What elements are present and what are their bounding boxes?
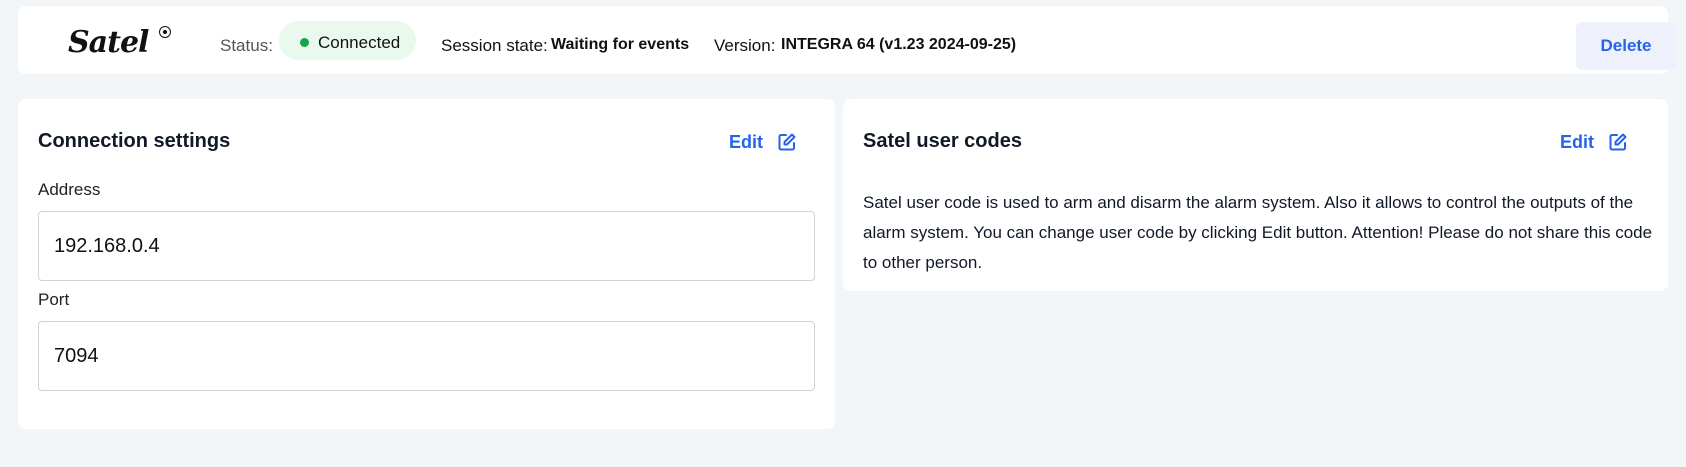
- edit-icon: [778, 133, 796, 151]
- status-value: Connected: [318, 33, 401, 52]
- edit-label: Edit: [1560, 131, 1594, 152]
- port-input[interactable]: [38, 321, 815, 391]
- connection-settings-card: Connection settings Edit Address Port: [18, 99, 835, 429]
- user-codes-title: Satel user codes: [863, 130, 1022, 152]
- port-label: Port: [38, 290, 70, 309]
- satel-logo: Satel: [68, 25, 149, 60]
- status-badge: Connected: [279, 21, 416, 60]
- address-label: Address: [38, 180, 101, 199]
- session-state-label: Session state:: [441, 36, 548, 55]
- version-value: INTEGRA 64 (v1.23 2024-09-25): [781, 36, 1017, 53]
- user-codes-card: Satel user codes Edit Satel user code is…: [843, 99, 1668, 291]
- delete-button[interactable]: Delete: [1576, 22, 1676, 70]
- connection-edit-button[interactable]: Edit: [729, 129, 797, 155]
- header-bar: Satel Status: Connected Session state: W…: [18, 6, 1676, 74]
- edit-icon: [1609, 133, 1627, 151]
- connection-settings-title: Connection settings: [38, 130, 231, 152]
- user-codes-edit-button[interactable]: Edit: [1560, 129, 1628, 155]
- status-label: Status:: [220, 36, 273, 55]
- session-state-value: Waiting for events: [551, 36, 690, 53]
- status-dot-icon: [300, 38, 309, 47]
- address-input[interactable]: [38, 211, 815, 281]
- edit-label: Edit: [729, 131, 763, 152]
- user-codes-description: Satel user code is used to arm and disar…: [863, 193, 1653, 272]
- registered-mark-icon: [159, 26, 171, 38]
- version-label: Version:: [714, 36, 776, 55]
